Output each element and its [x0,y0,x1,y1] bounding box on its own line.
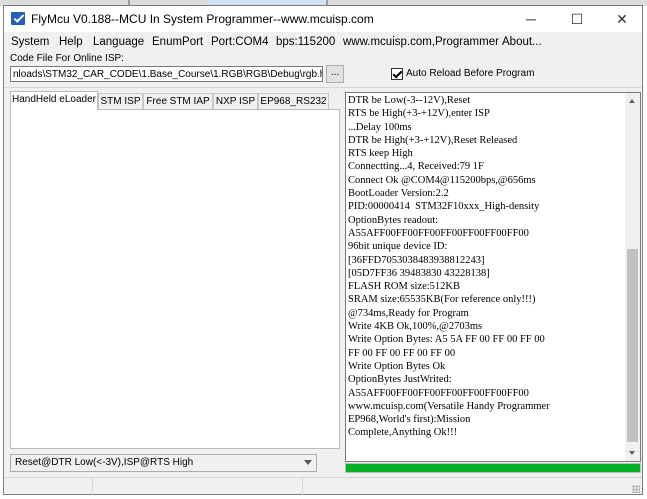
progress-bar [345,463,641,473]
resize-grip-icon[interactable] [632,485,640,493]
reset-mode-value: Reset@DTR Low(<-3V),ISP@RTS High [15,457,194,468]
log-line: Write Option Bytes: A5 5A FF 00 FF 00 FF… [348,334,545,346]
log-line: EP968,World's first):Mission [348,414,471,426]
chevron-down-icon[interactable] [304,460,312,465]
menu-about[interactable]: About... [502,36,542,48]
tab-panel-handheld-eloader [10,109,340,449]
menu-help[interactable]: Help [59,36,83,48]
log-line: 96bit unique device ID: [348,241,448,253]
tab-ep968-rs232[interactable]: EP968_RS232 [258,93,329,109]
log-line: [36FFD7053038483938812243] [348,254,485,266]
auto-reload-checkbox[interactable] [391,68,403,80]
log-line: www.mcuisp.com(Versatile Handy Programme… [348,400,550,412]
progress-fill [346,464,640,472]
window-title: FlyMcu V0.188--MCU In System Programmer-… [31,12,374,26]
log-scrollbar[interactable] [625,93,640,461]
log-line: Connect Ok @COM4@115200bps,@656ms [348,174,536,186]
log-line: Connectting...4, Received:79 1F [348,161,484,173]
toolbar-divider [4,87,642,88]
log-line: Write 4KB Ok,100%,@2703ms [348,321,483,333]
title-bar[interactable]: FlyMcu V0.188--MCU In System Programmer-… [4,6,642,32]
menu-port[interactable]: Port:COM4 [211,36,269,48]
reset-mode-select[interactable]: Reset@DTR Low(<-3V),ISP@RTS High [10,454,317,472]
log-text: DTR be Low(-3--12V),Reset RTS be High(+3-… [348,94,626,440]
status-cell [4,478,93,495]
log-line: A55AFF00FF00FF00FF00FF00FF00FF00 [348,227,529,239]
scrollbar-thumb[interactable] [627,249,638,442]
log-line: A55AFF00FF00FF00FF00FF00FF00FF00 [348,387,529,399]
log-line: RTS be High(+3-+12V),enter ISP [348,108,490,120]
log-line: DTR be High(+3-+12V),Reset Released [348,134,518,146]
menu-website-programmer[interactable]: www.mcuisp.com,Programmer [343,36,499,48]
code-file-path-input[interactable]: nloads\STM32_CAR_CODE\1.Base_Course\1.RG… [10,66,323,82]
code-file-label: Code File For Online ISP: [10,53,124,64]
background-highlight [208,0,326,4]
log-line: DTR be Low(-3--12V),Reset [348,95,471,106]
tab-nxp-isp[interactable]: NXP ISP [213,93,258,109]
log-line: RTS keep High [348,148,413,160]
log-line: Write Option Bytes Ok [348,360,446,372]
log-line: OptionBytes readout: [348,214,439,226]
menu-baudrate[interactable]: bps:115200 [276,36,335,48]
log-line: Complete,Anything Ok!!! [348,427,458,439]
tab-stm-isp[interactable]: STM ISP [98,93,143,109]
flymcu-window: FlyMcu V0.188--MCU In System Programmer-… [3,5,643,495]
log-line: ...Delay 100ms [348,121,412,133]
log-line: @734ms,Ready for Program [348,307,469,319]
close-button[interactable]: ✕ [599,6,645,32]
tab-handheld-eloader[interactable]: HandHeld eLoader [10,91,98,110]
log-line: BootLoader Version:2.2 [348,188,449,200]
log-line: FLASH ROM size:512KB [348,281,461,293]
status-cell [302,478,642,495]
log-line: SRAM size:65535KB(For reference only!!!) [348,294,536,306]
log-line: [05D7FF36 39483830 43228138] [348,267,490,279]
scroll-up-icon[interactable] [629,99,635,103]
scroll-down-icon[interactable] [629,451,635,455]
log-line: PID:00000414 STM32F10xxx_High-density [348,201,540,213]
menu-language[interactable]: Language [93,36,144,48]
menu-bar: System Help Language EnumPort Port:COM4 … [4,32,642,52]
log-output-panel[interactable]: DTR be Low(-3--12V),Reset RTS be High(+3-… [345,92,641,462]
log-line: FF 00 FF 00 FF 00 FF 00 [348,347,456,359]
log-line: OptionBytes JustWrited: [348,374,452,386]
tab-free-stm-iap[interactable]: Free STM IAP [143,93,213,109]
menu-system[interactable]: System [11,36,49,48]
status-bar [4,477,642,495]
auto-reload-label[interactable]: Auto Reload Before Program [406,68,534,79]
minimize-button[interactable]: ─ [508,6,554,32]
browse-file-button[interactable]: ... [326,65,344,83]
menu-enumport[interactable]: EnumPort [152,36,203,48]
status-cell [92,478,303,495]
maximize-button[interactable]: ☐ [554,6,600,32]
flymcu-app-icon [11,12,25,25]
